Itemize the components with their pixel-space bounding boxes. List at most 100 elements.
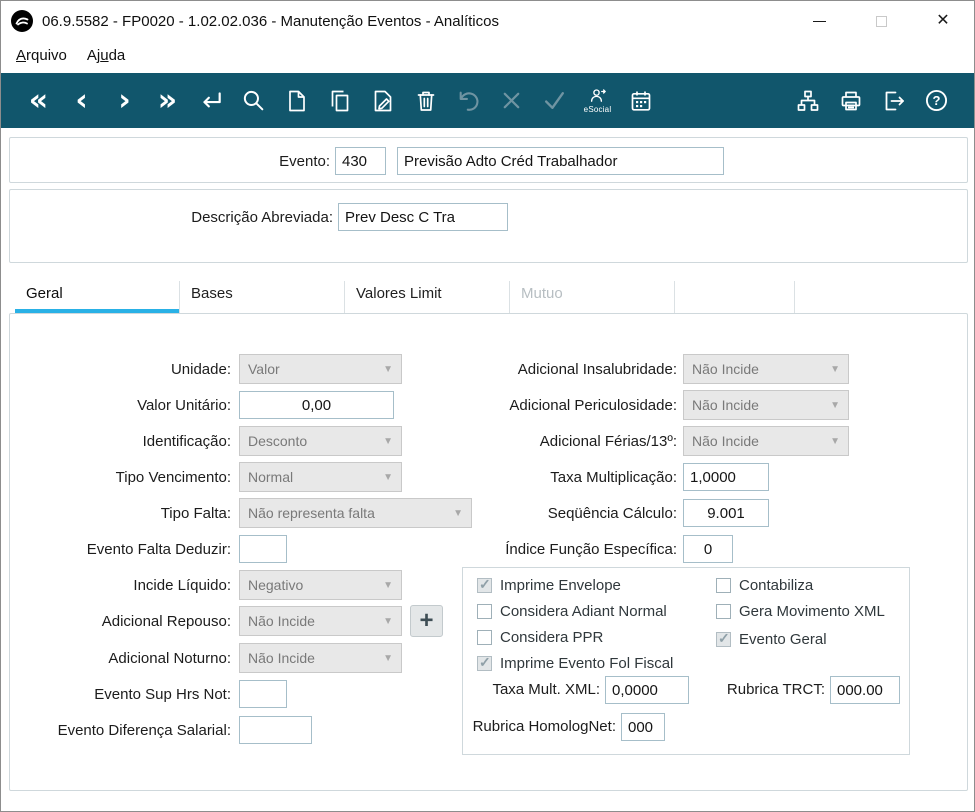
tab-geral[interactable]: Geral <box>15 281 180 313</box>
help-button[interactable]: ? <box>915 78 958 124</box>
evento-label: Evento: <box>279 153 330 170</box>
esocial-button[interactable]: eSocial <box>576 78 619 124</box>
opcoes-groupbox: Imprime Envelope Considera Adiant Normal… <box>462 567 910 755</box>
evento-diferenca-salarial-input[interactable] <box>239 716 312 744</box>
app-logo-icon <box>11 10 33 32</box>
edit-document-icon <box>374 90 391 111</box>
tab-mutuo[interactable]: Mutuo <box>510 281 675 313</box>
title-bar: 06.9.5582 - FP0020 - 1.02.02.036 - Manut… <box>1 1 974 41</box>
esocial-icon <box>590 88 606 102</box>
cancel-button[interactable] <box>490 78 533 124</box>
undo-icon <box>459 91 479 111</box>
edit-document-button[interactable] <box>361 78 404 124</box>
app-window: 06.9.5582 - FP0020 - 1.02.02.036 - Manut… <box>0 0 975 812</box>
rubrica-trct-input[interactable] <box>830 676 900 704</box>
evento-sup-hrs-not-input[interactable] <box>239 680 287 708</box>
search-button[interactable] <box>232 78 275 124</box>
tab-bases-label: Bases <box>191 285 233 302</box>
chevron-down-icon: ▼ <box>830 363 840 375</box>
check-icon <box>544 92 565 109</box>
taxa-mult-xml-input[interactable] <box>605 676 689 704</box>
enter-button[interactable] <box>189 78 232 124</box>
last-record-button[interactable]: » <box>146 78 189 124</box>
incide-liquido-select[interactable]: Negativo ▼ <box>239 570 402 600</box>
evento-panel: Evento: <box>9 137 968 183</box>
checkbox-considera-ppr[interactable]: Considera PPR <box>477 628 603 646</box>
tab-valores-limit[interactable]: Valores Limit <box>345 281 510 313</box>
close-button[interactable]: ✕ <box>912 1 974 41</box>
add-button[interactable]: + <box>410 605 443 637</box>
taxa-mult-xml-label: Taxa Mult. XML: <box>492 681 600 698</box>
cancel-x-icon <box>503 92 520 109</box>
first-record-icon: « <box>28 82 49 118</box>
adicional-ferias-13-select[interactable]: Não Incide ▼ <box>683 426 849 456</box>
menu-ajuda[interactable]: Ajuda <box>77 43 135 68</box>
maximize-icon <box>875 15 887 27</box>
menu-arquivo[interactable]: Arquivo <box>6 43 77 68</box>
search-icon <box>243 90 264 111</box>
calendar-button[interactable] <box>619 78 662 124</box>
minimize-button[interactable] <box>788 1 850 41</box>
checkbox-imprime-envelope[interactable]: Imprime Envelope <box>477 576 621 594</box>
taxa-multiplicacao-label: Taxa Multiplicação: <box>550 469 677 486</box>
sequencia-calculo-label: Seqüência Cálculo: <box>547 505 677 522</box>
maximize-button[interactable] <box>850 1 912 41</box>
first-record-button[interactable]: « <box>17 78 60 124</box>
previous-record-button[interactable]: ‹ <box>60 78 103 124</box>
checkbox-box <box>716 630 731 647</box>
adicional-insalubridade-select[interactable]: Não Incide ▼ <box>683 354 849 384</box>
tab-geral-label: Geral <box>26 285 63 302</box>
evento-description-input[interactable] <box>397 147 724 175</box>
checkbox-considera-adiant-normal[interactable]: Considera Adiant Normal <box>477 602 667 620</box>
checkbox-imprime-evento-fol-fiscal[interactable]: Imprime Evento Fol Fiscal <box>477 654 673 672</box>
tab-valores-limit-label: Valores Limit <box>356 285 442 302</box>
descricao-abreviada-input[interactable] <box>338 203 508 231</box>
checkbox-label: Evento Geral <box>739 630 827 648</box>
trash-icon <box>417 91 434 111</box>
evento-diferenca-salarial-label: Evento Diferença Salarial: <box>57 722 231 739</box>
checkbox-gera-movimento-xml[interactable]: Gera Movimento XML <box>716 602 885 620</box>
printer-icon <box>841 91 860 110</box>
undo-button[interactable] <box>447 78 490 124</box>
menu-ajuda-pre: Aj <box>86 47 101 64</box>
exit-button[interactable] <box>872 78 915 124</box>
adicional-periculosidade-value: Não Incide <box>692 397 759 413</box>
adicional-periculosidade-select[interactable]: Não Incide ▼ <box>683 390 849 420</box>
next-record-button[interactable]: › <box>103 78 146 124</box>
descricao-row: Descrição Abreviada: <box>10 202 967 233</box>
print-button[interactable] <box>829 78 872 124</box>
checkbox-label: Considera PPR <box>500 628 604 646</box>
close-icon: ✕ <box>936 12 950 29</box>
field-adicional-periculosidade: Adicional Periculosidade: Não Incide ▼ <box>10 390 967 421</box>
adicional-noturno-select[interactable]: Não Incide ▼ <box>239 643 402 673</box>
tab-bar: Geral Bases Valores Limit Mutuo <box>9 281 795 313</box>
plus-icon: + <box>419 607 434 634</box>
last-record-icon: » <box>157 82 178 118</box>
evento-code-input[interactable] <box>335 147 386 175</box>
field-adicional-insalubridade: Adicional Insalubridade: Não Incide ▼ <box>10 354 967 385</box>
new-document-button[interactable] <box>275 78 318 124</box>
adicional-repouso-select[interactable]: Não Incide ▼ <box>239 606 402 636</box>
checkbox-evento-geral[interactable]: Evento Geral <box>716 630 827 648</box>
indice-funcao-especifica-input[interactable] <box>683 535 733 563</box>
exit-icon <box>885 91 904 110</box>
structure-tree-button[interactable] <box>786 78 829 124</box>
checkbox-box <box>716 603 731 619</box>
minimize-icon <box>812 20 826 22</box>
adicional-insalubridade-label: Adicional Insalubridade: <box>517 361 677 378</box>
copy-document-button[interactable] <box>318 78 361 124</box>
checkbox-box <box>477 654 492 671</box>
incide-liquido-value: Negativo <box>248 577 304 593</box>
field-adicional-ferias-13: Adicional Férias/13º: Não Incide ▼ <box>10 426 967 457</box>
tab-bases[interactable]: Bases <box>180 281 345 313</box>
rubrica-homolognet-input[interactable] <box>621 713 665 741</box>
adicional-ferias-13-label: Adicional Férias/13º: <box>539 433 677 450</box>
menu-bar: Arquivo Ajuda <box>1 41 974 70</box>
sequencia-calculo-input[interactable] <box>683 499 769 527</box>
checkbox-contabiliza[interactable]: Contabiliza <box>716 576 813 594</box>
checkbox-box <box>477 603 492 619</box>
checkbox-box <box>477 629 492 645</box>
taxa-multiplicacao-input[interactable] <box>683 463 769 491</box>
delete-button[interactable] <box>404 78 447 124</box>
ok-button[interactable] <box>533 78 576 124</box>
